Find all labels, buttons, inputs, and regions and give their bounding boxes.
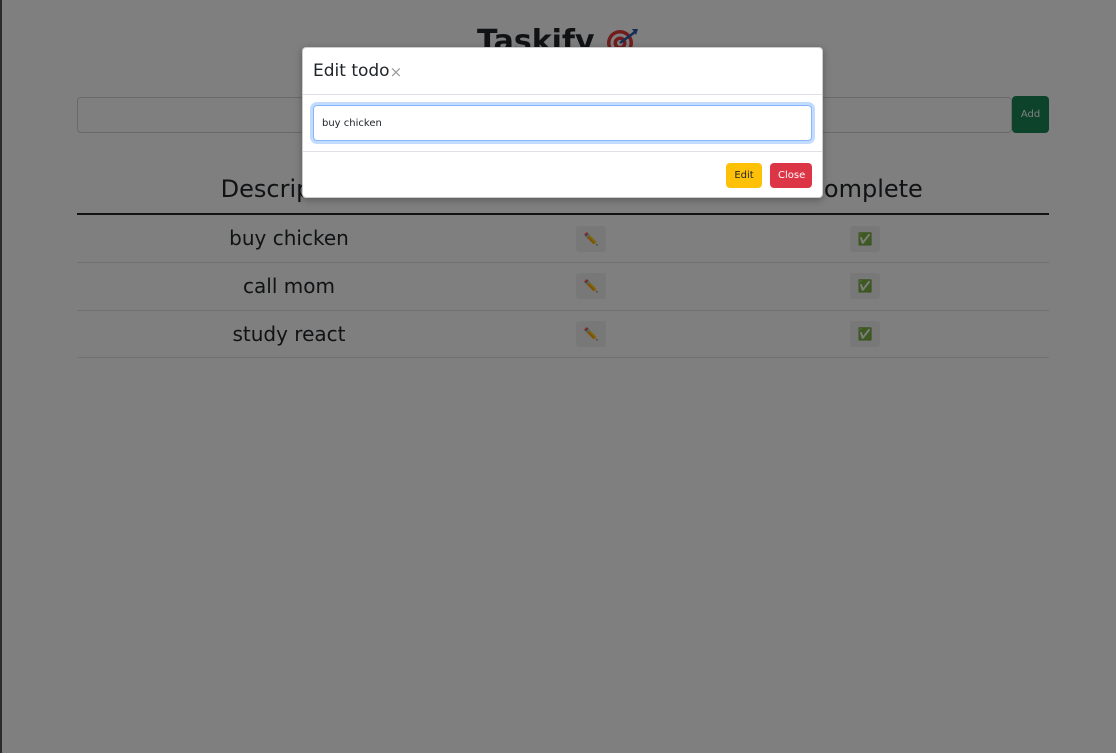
close-button[interactable]: Close xyxy=(770,162,812,188)
edit-todo-modal: Edit todo × Edit Close xyxy=(302,47,823,198)
close-icon[interactable]: × xyxy=(390,64,403,80)
modal-title: Edit todo xyxy=(313,61,390,81)
edit-todo-input[interactable] xyxy=(313,105,812,141)
modal-header: Edit todo × xyxy=(303,48,822,95)
window-edge xyxy=(0,0,2,753)
edit-button[interactable]: Edit xyxy=(726,162,762,188)
modal-footer: Edit Close xyxy=(303,152,822,198)
modal-body xyxy=(303,95,822,152)
